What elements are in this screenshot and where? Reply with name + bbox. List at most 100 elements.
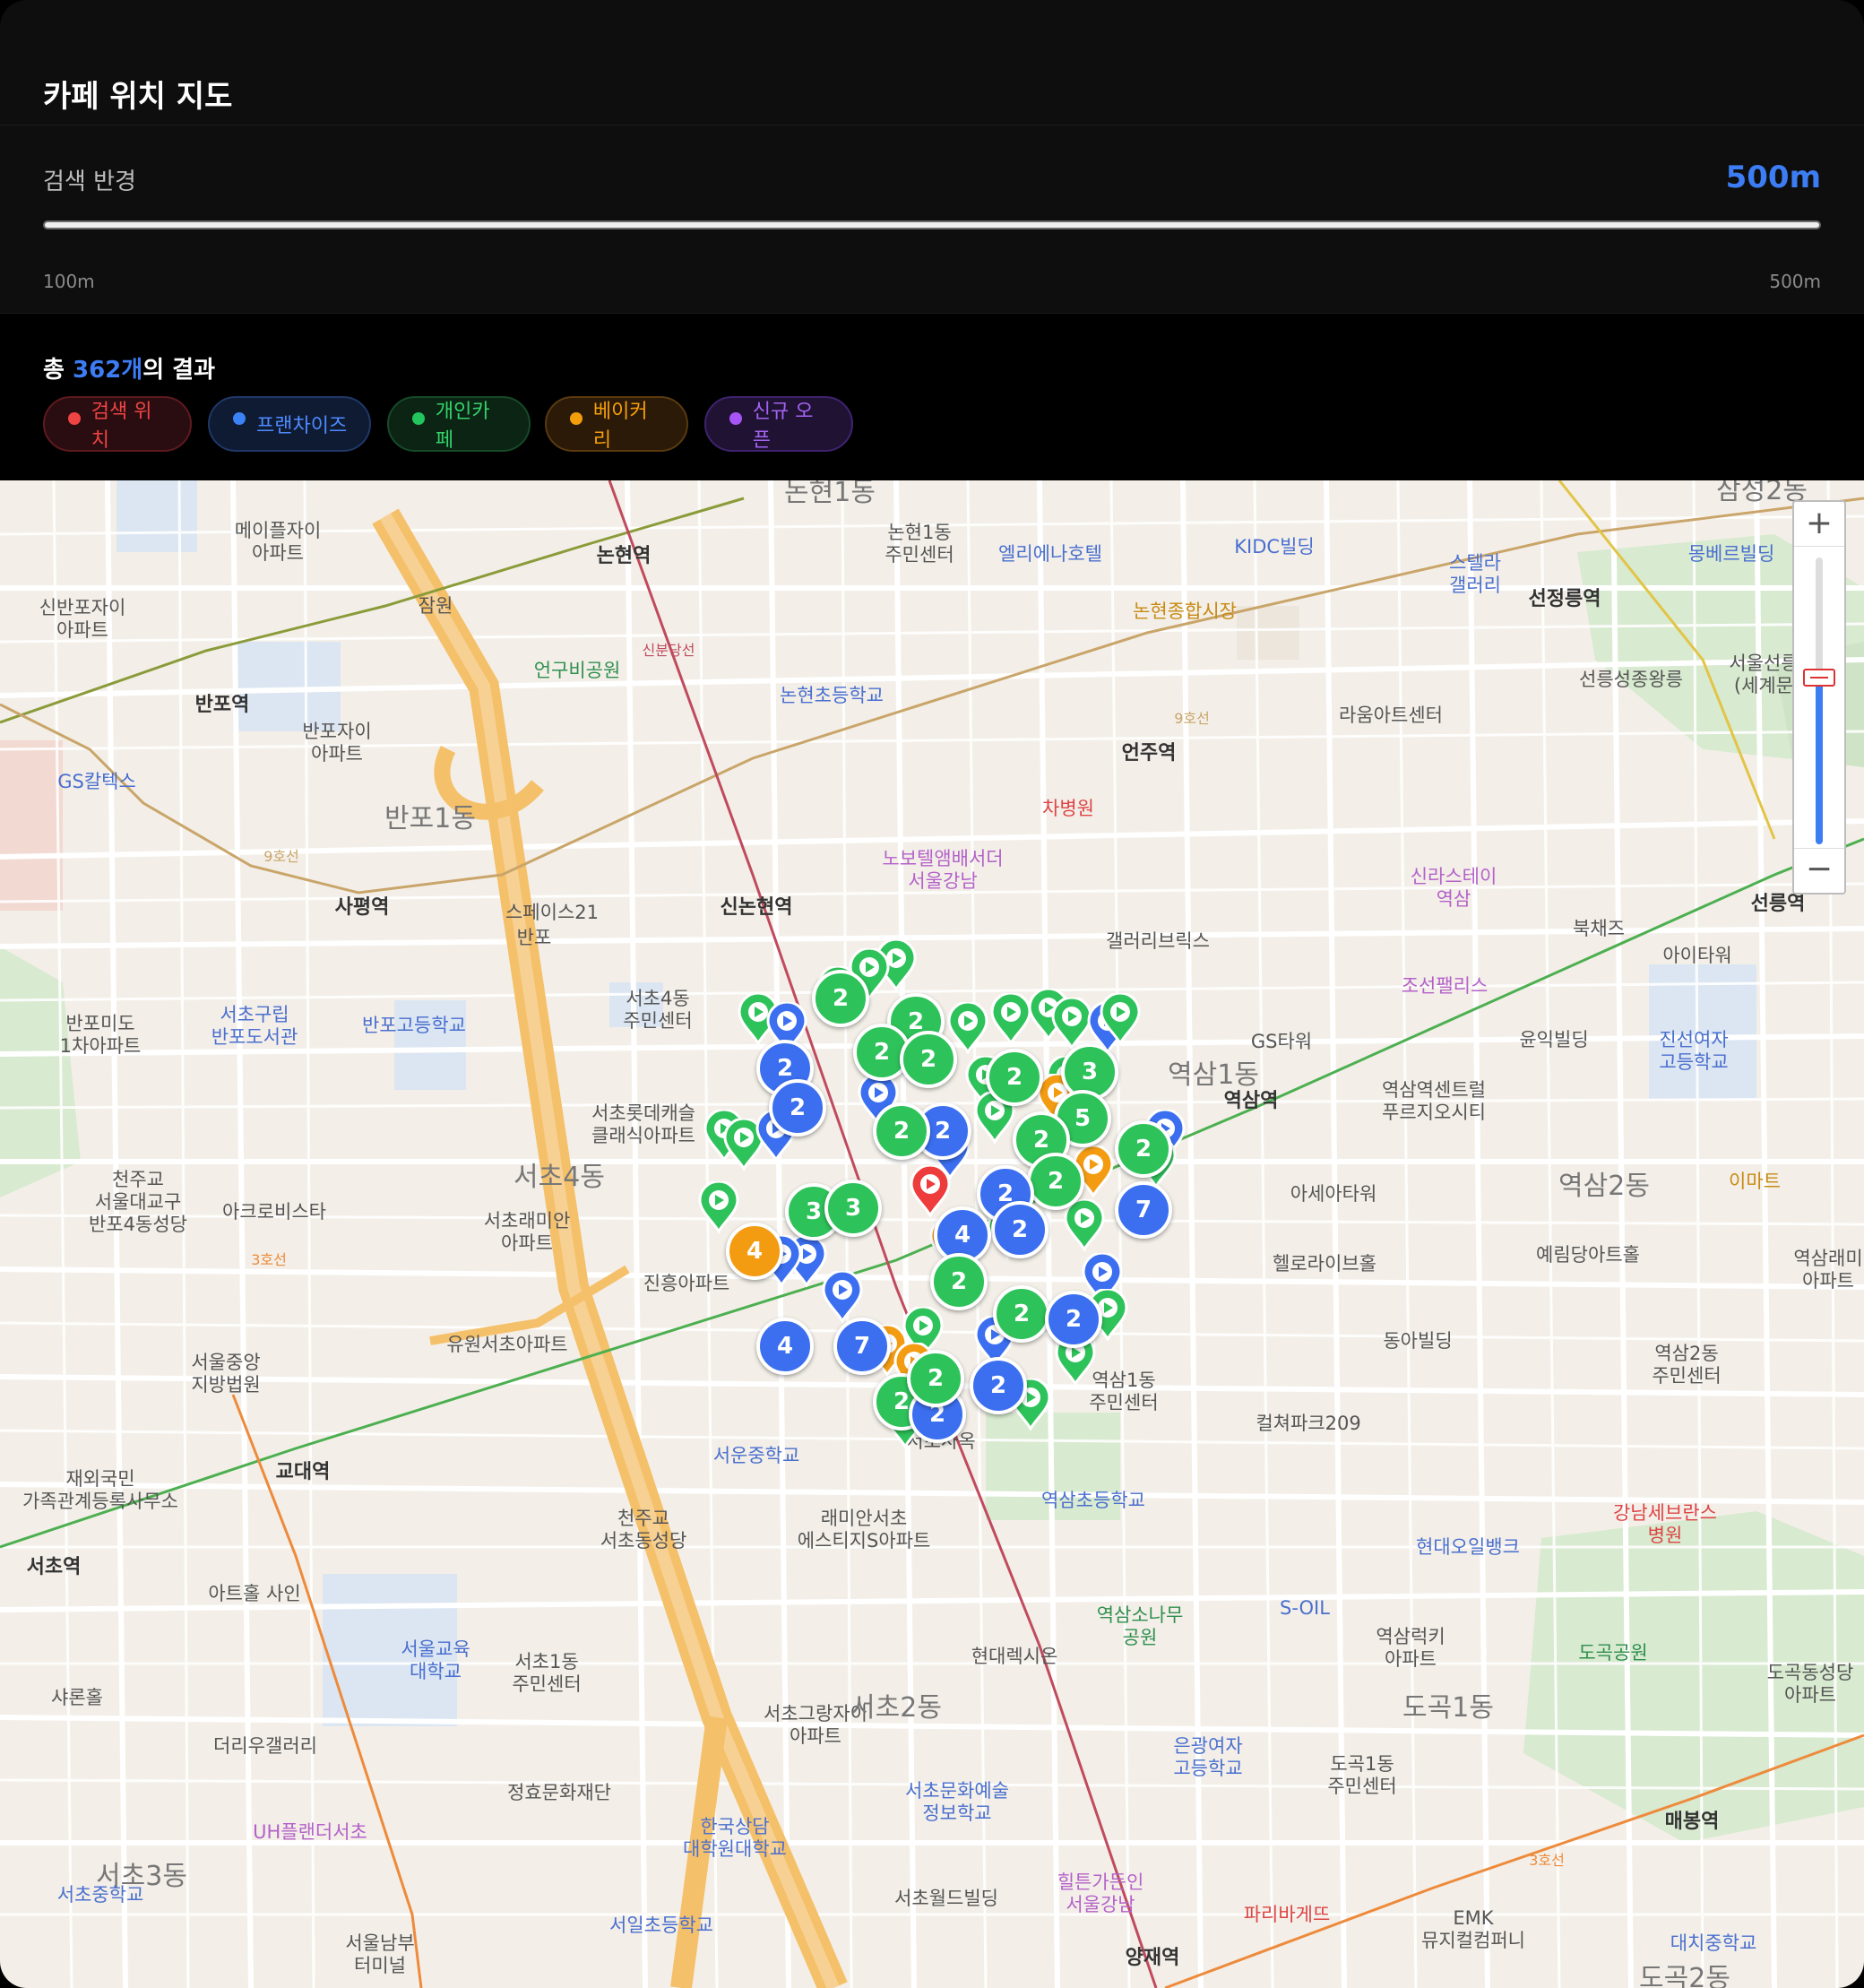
map-label-shinbanpo: 신반포자이 아파트	[39, 597, 126, 642]
cluster-marker-blue[interactable]: 2	[1045, 1291, 1102, 1348]
cafe-pin-green[interactable]	[990, 993, 1031, 1045]
zoom-handle[interactable]	[1803, 669, 1835, 687]
map-label-paris: 파리바게뜨	[1243, 1904, 1331, 1925]
map-label-cheonju-seocho: 천주교 서초동성당	[600, 1508, 687, 1552]
map-label-emart: 이마트	[1729, 1171, 1781, 1192]
map-label-jeonghyo: 정효문화재단	[507, 1782, 611, 1803]
map-label-acro-vista: 아크로비스타	[222, 1201, 326, 1223]
map-label-ellena: 엘리에나호텔	[998, 543, 1102, 565]
map-label-s-oil: S-OIL	[1280, 1597, 1330, 1619]
map-label-arthall: 아트홀 사인	[208, 1583, 301, 1604]
map-label-novotel: 노보텔앰배서더 서울강남	[882, 848, 1004, 893]
cafe-pin-green[interactable]	[1100, 993, 1141, 1045]
cluster-marker-green[interactable]: 2	[907, 1350, 964, 1407]
map-label-central-court: 서울중앙 지방법원	[191, 1352, 261, 1396]
map-label-dogok-park: 도곡공원	[1578, 1642, 1648, 1664]
legend-chip-new-open[interactable]: 신규 오픈	[704, 396, 853, 452]
map-label-hyundai-oil: 현대오일뱅크	[1416, 1536, 1520, 1558]
map-label-dogok2dong: 도곡2동	[1639, 1963, 1730, 1988]
map-label-banpo-station: 반포역	[194, 694, 250, 716]
zoom-in-button[interactable]: +	[1794, 502, 1844, 547]
map-label-line3-east: 3호선	[1529, 1852, 1565, 1869]
cafe-pin-green[interactable]	[698, 1181, 739, 1233]
map-label-hanguk: 한국상담 대학원대학교	[683, 1816, 787, 1861]
legend-chip-bakery[interactable]: 베이커리	[545, 396, 688, 452]
cluster-marker-green[interactable]: 3	[824, 1180, 882, 1237]
map-label-daechi-middle: 대치중학교	[1670, 1932, 1757, 1954]
radius-label: 검색 반경	[43, 169, 136, 195]
map-view[interactable]: 논현1동 논현역 메이플자이 아파트 신반포자이 아파트 잠원 논현1동 주민센…	[0, 480, 1864, 1988]
map-label-seolleung-royal: 선릉성종왕릉	[1579, 669, 1683, 690]
radius-min-label: 100m	[43, 271, 95, 292]
cluster-marker-blue[interactable]: 7	[1115, 1181, 1172, 1239]
map-label-maplexi: 메이플자이 아파트	[234, 520, 322, 565]
map-label-gangnam-severance: 강남세브란스 병원	[1613, 1502, 1717, 1547]
map-label-shilla-stay: 신라스테이 역삼	[1410, 866, 1497, 911]
map-label-raum: 라움아트센터	[1339, 704, 1443, 726]
map-label-banpo-ic: 반포	[516, 927, 552, 948]
map-label-herald: 헬로라이브홀	[1273, 1253, 1376, 1275]
map-label-culture-park: 컬쳐파크209	[1256, 1413, 1361, 1434]
cluster-marker-blue[interactable]: 2	[769, 1079, 826, 1137]
map-label-yuwon: 유원서초아파트	[446, 1334, 568, 1355]
map-label-seocho-station: 서초역	[26, 1556, 82, 1578]
map-label-uh-plan: UH플랜더서초	[253, 1821, 367, 1843]
cluster-marker-green[interactable]: 2	[812, 970, 869, 1027]
map-label-nonhyeon-market: 논현종합시장	[1133, 601, 1237, 622]
cluster-marker-green[interactable]: 2	[1115, 1120, 1172, 1178]
map-label-nonhyeon1dong: 논현1동	[784, 480, 876, 508]
map-label-seocho2dong: 서초2동	[850, 1692, 942, 1724]
map-label-dogok1dong: 도곡1동	[1402, 1692, 1494, 1724]
cluster-marker-blue[interactable]: 2	[970, 1357, 1027, 1414]
map-label-raemian-estige: 래미안서초 에스티지S아파트	[797, 1508, 931, 1552]
result-number: 362개	[72, 357, 143, 384]
cluster-marker-blue[interactable]: 4	[756, 1318, 814, 1375]
legend-chip-independent-cafe[interactable]: 개인카페	[387, 396, 531, 452]
red-dot-icon	[68, 412, 81, 425]
map-label-cheonjugyo: 천주교 서울대교구 반포4동성당	[89, 1169, 187, 1236]
radius-slider[interactable]	[43, 220, 1821, 229]
map-label-nonhyeon-station: 논현역	[596, 545, 652, 567]
cluster-marker-green[interactable]: 2	[986, 1049, 1043, 1106]
cluster-marker-green[interactable]: 2	[930, 1253, 988, 1310]
map-label-sapyeong: 사평역	[334, 896, 390, 919]
cluster-marker-orange[interactable]: 4	[726, 1223, 783, 1280]
result-prefix: 총	[43, 357, 73, 384]
search-location-pin[interactable]	[910, 1165, 954, 1223]
legend-chip-search-location[interactable]: 검색 위치	[43, 396, 192, 452]
map-label-the-liu: 더리우갤러리	[213, 1735, 317, 1757]
map-label-seoil: 서일초등학교	[609, 1915, 713, 1936]
legend-chip-franchise[interactable]: 프랜차이즈	[208, 396, 371, 452]
map-label-gyodae: 교대역	[275, 1461, 331, 1483]
result-suffix: 의 결과	[142, 357, 215, 384]
map-label-banpo1dong: 반포1동	[384, 803, 476, 834]
map-label-seonjeongneung: 선정릉역	[1528, 588, 1601, 610]
cluster-marker-green[interactable]: 2	[1027, 1153, 1084, 1210]
app-window: 카페 위치 지도 검색 반경 500m 100m 500m 총 362개의 결과…	[0, 0, 1864, 1988]
map-label-seocho4dong: 서초4동	[513, 1162, 605, 1193]
map-label-sinbundang: 신분당선	[642, 642, 695, 659]
radius-value: 500m	[1725, 160, 1821, 195]
cafe-pin-blue[interactable]	[822, 1271, 863, 1323]
cluster-marker-green[interactable]: 2	[873, 1102, 930, 1160]
map-label-line3: 3호선	[251, 1251, 287, 1268]
map-label-yeraedang: 예림당아트홀	[1536, 1244, 1640, 1266]
cluster-marker-blue[interactable]: 7	[833, 1318, 891, 1375]
map-label-yeoksam1-center: 역삼1동 주민센터	[1089, 1370, 1159, 1414]
map-label-seolleung-station: 선릉역	[1750, 893, 1806, 915]
map-label-eongubi: 언구비공원	[533, 660, 621, 681]
map-label-space21: 스페이스21	[505, 902, 600, 923]
map-label-seoul-seollyeong: 서울선릉 (세계문	[1729, 653, 1799, 697]
map-label-maebong: 매봉역	[1664, 1811, 1720, 1833]
cluster-marker-green[interactable]: 2	[993, 1285, 1050, 1343]
cluster-marker-blue[interactable]: 2	[991, 1201, 1048, 1258]
zoom-out-button[interactable]: −	[1794, 848, 1844, 893]
map-label-overseas: 재외국민 가족관계등록사무소	[22, 1468, 178, 1513]
map-label-jinheung: 진흥아파트	[643, 1273, 730, 1294]
map-label-itower: 아이타워	[1662, 945, 1732, 966]
page-title: 카페 위치 지도	[43, 79, 233, 115]
cafe-pin-green[interactable]	[1064, 1199, 1105, 1251]
cluster-marker-green[interactable]: 2	[900, 1031, 957, 1088]
map-label-seoul-nambu: 서울남부 터미널	[345, 1932, 415, 1977]
map-label-gs-caltex: GS칼텍스	[57, 771, 136, 792]
